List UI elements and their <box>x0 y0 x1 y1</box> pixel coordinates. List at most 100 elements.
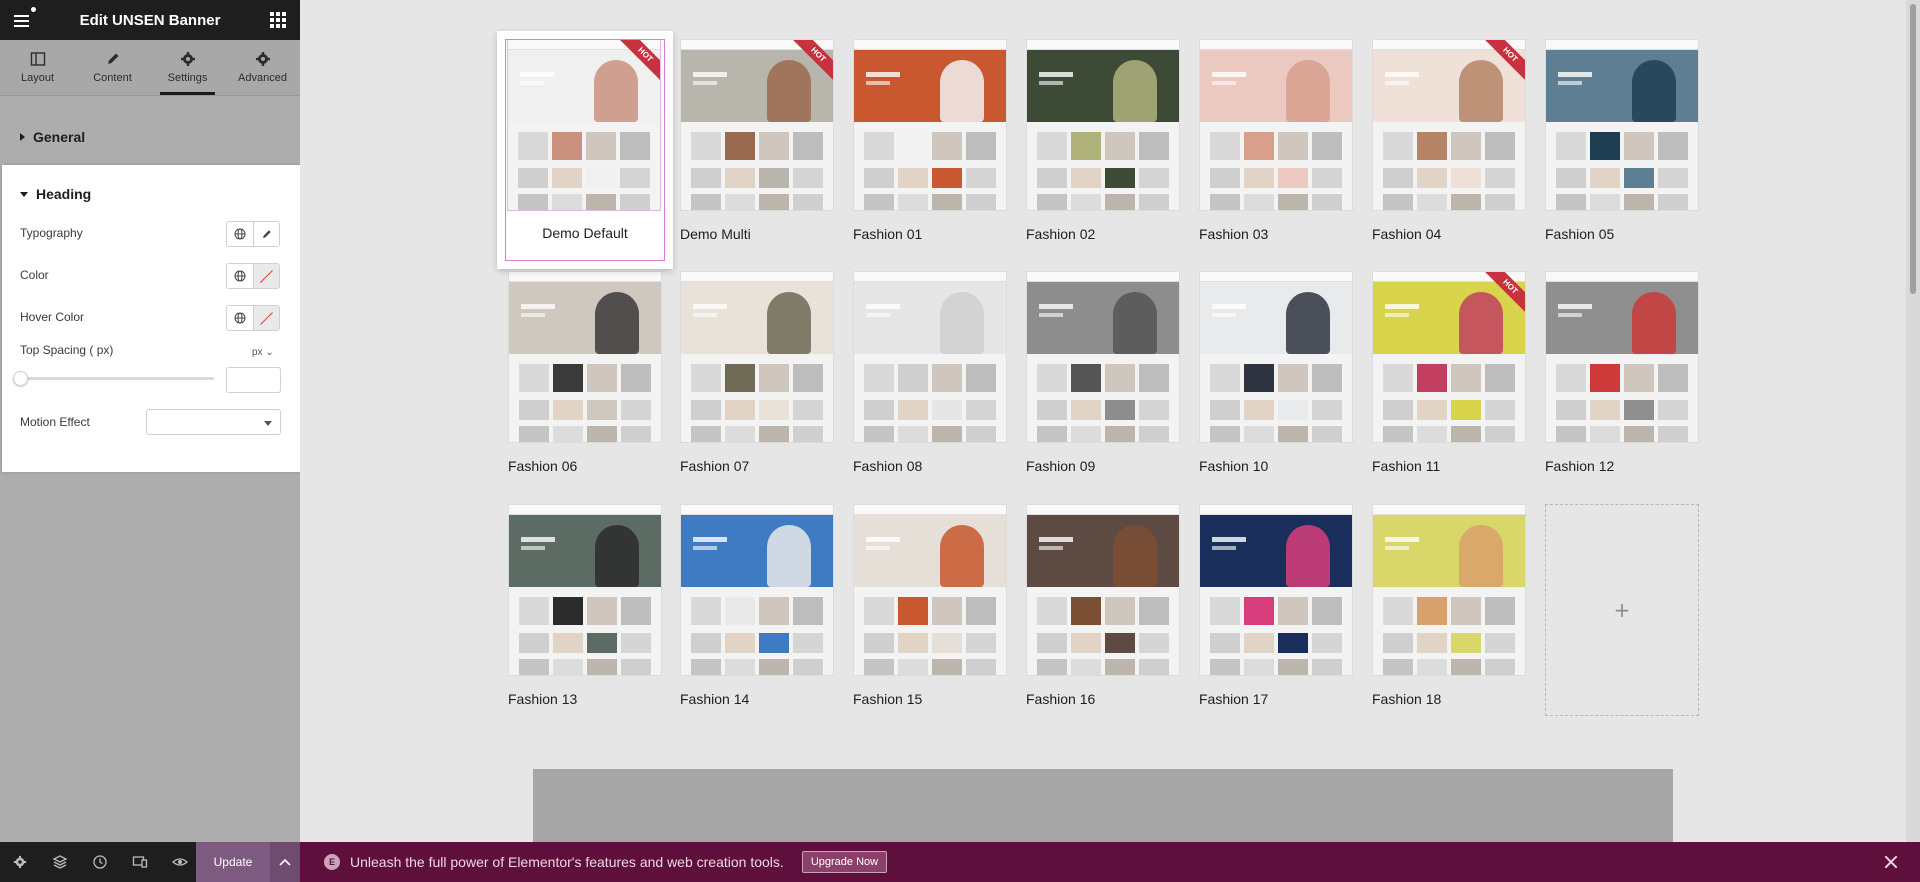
demo-card[interactable]: Fashion 03 <box>1199 39 1353 242</box>
section-heading-toggle[interactable]: Heading <box>2 173 302 215</box>
panel-header: Edit UNSEN Banner <box>0 0 300 40</box>
demo-thumbnail[interactable] <box>853 504 1007 676</box>
promo-text: Unleash the full power of Elementor's fe… <box>350 854 784 870</box>
layout-icon <box>30 52 45 66</box>
widgets-grid-icon[interactable] <box>268 10 288 30</box>
demo-card-selected[interactable]: HOT Demo Default <box>497 31 673 269</box>
chevron-down-icon <box>264 421 272 426</box>
demo-thumbnail[interactable] <box>1026 39 1180 211</box>
demo-card-label: Fashion 15 <box>853 691 923 707</box>
responsive-mode-icon[interactable] <box>120 842 160 882</box>
demo-thumbnail[interactable] <box>1026 271 1180 443</box>
preview-eye-icon[interactable] <box>160 842 200 882</box>
typography-controls <box>226 221 280 247</box>
demo-card[interactable]: Fashion 05 <box>1545 39 1699 242</box>
close-icon[interactable] <box>1884 855 1898 869</box>
demo-card-label: Fashion 12 <box>1545 458 1615 474</box>
global-color-button[interactable] <box>227 264 253 288</box>
add-demo-placeholder[interactable]: + <box>1545 504 1699 716</box>
demo-thumbnail[interactable] <box>853 271 1007 443</box>
demo-card[interactable]: HOT Demo Multi <box>680 39 834 242</box>
top-spacing-input[interactable] <box>226 367 281 393</box>
demo-card[interactable]: Fashion 06 <box>508 271 662 474</box>
demo-card-label: Demo Default <box>542 225 628 241</box>
demo-card-label: Fashion 16 <box>1026 691 1096 707</box>
demo-thumbnail[interactable] <box>1199 504 1353 676</box>
motion-effect-select[interactable] <box>146 409 281 435</box>
demo-thumbnail[interactable] <box>1199 39 1353 211</box>
demo-card-label: Fashion 06 <box>508 458 578 474</box>
typography-label: Typography <box>20 226 83 240</box>
tab-layout[interactable]: Layout <box>0 40 75 95</box>
demo-card-label: Fashion 17 <box>1199 691 1269 707</box>
demo-thumbnail[interactable] <box>680 504 834 676</box>
settings-gear-icon[interactable] <box>0 842 40 882</box>
demo-thumbnail[interactable] <box>1545 271 1699 443</box>
demo-card[interactable]: Fashion 10 <box>1199 271 1353 474</box>
layers-icon[interactable] <box>40 842 80 882</box>
demo-card-label: Fashion 05 <box>1545 226 1615 242</box>
demo-thumbnail[interactable] <box>680 271 834 443</box>
panel-title: Edit UNSEN Banner <box>79 11 221 29</box>
demo-thumbnail[interactable]: HOT <box>1372 271 1526 443</box>
demo-card[interactable]: Fashion 12 <box>1545 271 1699 474</box>
demo-card-label: Fashion 08 <box>853 458 923 474</box>
demo-thumbnail[interactable] <box>1372 504 1526 676</box>
demo-card[interactable]: Fashion 16 <box>1026 504 1180 707</box>
scrollbar-thumb[interactable] <box>1910 4 1916 294</box>
preview-canvas: HOT Demo Default HOT Demo Multi Fashion 01 Fa… <box>300 0 1920 842</box>
tab-content[interactable]: Content <box>75 40 150 95</box>
update-options-button[interactable] <box>270 842 300 882</box>
top-spacing-slider-handle[interactable] <box>13 371 28 386</box>
demo-thumbnail[interactable]: HOT <box>680 39 834 211</box>
demo-thumbnail[interactable]: HOT <box>1372 39 1526 211</box>
demo-card[interactable]: Fashion 15 <box>853 504 1007 707</box>
update-button[interactable]: Update <box>196 842 270 882</box>
tab-settings[interactable]: Settings <box>150 40 225 95</box>
tab-layout-label: Layout <box>20 72 55 84</box>
demo-thumbnail[interactable] <box>853 39 1007 211</box>
demo-card[interactable]: HOT Fashion 04 <box>1372 39 1526 242</box>
caret-right-icon <box>20 133 25 141</box>
tab-advanced[interactable]: Advanced <box>225 40 300 95</box>
section-heading: Heading Typography Color Hover Color Top… <box>2 165 302 472</box>
demo-thumbnail[interactable] <box>508 504 662 676</box>
hover-color-controls <box>226 305 280 331</box>
top-spacing-label: Top Spacing ( px) <box>20 343 114 357</box>
demo-card[interactable]: Fashion 13 <box>508 504 662 707</box>
demo-card[interactable]: HOT Fashion 11 <box>1372 271 1526 474</box>
demo-thumbnail[interactable] <box>1026 504 1180 676</box>
upgrade-now-button[interactable]: Upgrade Now <box>801 851 888 873</box>
demo-thumbnail[interactable]: HOT <box>507 39 661 211</box>
hover-color-picker-swatch[interactable] <box>253 306 279 330</box>
demo-card[interactable]: Fashion 07 <box>680 271 834 474</box>
demo-thumbnail[interactable] <box>1199 271 1353 443</box>
canvas-scrollbar[interactable] <box>1906 0 1920 842</box>
color-controls <box>226 263 280 289</box>
global-typography-button[interactable] <box>227 222 253 246</box>
demo-thumbnail[interactable] <box>508 271 662 443</box>
demo-card[interactable]: Fashion 09 <box>1026 271 1180 474</box>
demo-card[interactable]: Fashion 14 <box>680 504 834 707</box>
history-icon[interactable] <box>80 842 120 882</box>
edit-typography-button[interactable] <box>253 222 279 246</box>
demo-card[interactable]: Fashion 01 <box>853 39 1007 242</box>
demo-card-label: Fashion 01 <box>853 226 923 242</box>
globe-icon <box>234 270 246 282</box>
section-general[interactable]: General <box>0 112 300 162</box>
demo-card[interactable]: Fashion 02 <box>1026 39 1180 242</box>
demo-card-label: Fashion 07 <box>680 458 750 474</box>
demo-card[interactable]: Fashion 08 <box>853 271 1007 474</box>
demo-thumbnail[interactable] <box>1545 39 1699 211</box>
unit-selector[interactable]: px ⌄ <box>252 347 274 358</box>
section-heading-label: Heading <box>36 186 92 202</box>
global-hover-color-button[interactable] <box>227 306 253 330</box>
demo-card[interactable]: Fashion 17 <box>1199 504 1353 707</box>
color-picker-swatch[interactable] <box>253 264 279 288</box>
menu-icon[interactable] <box>12 7 36 30</box>
promo-bar: E Unleash the full power of Elementor's … <box>300 842 1920 882</box>
demo-card-label: Demo Multi <box>680 226 751 242</box>
demo-card[interactable]: Fashion 18 <box>1372 504 1526 707</box>
tab-settings-label: Settings <box>167 72 208 84</box>
top-spacing-slider-track[interactable] <box>20 377 214 380</box>
